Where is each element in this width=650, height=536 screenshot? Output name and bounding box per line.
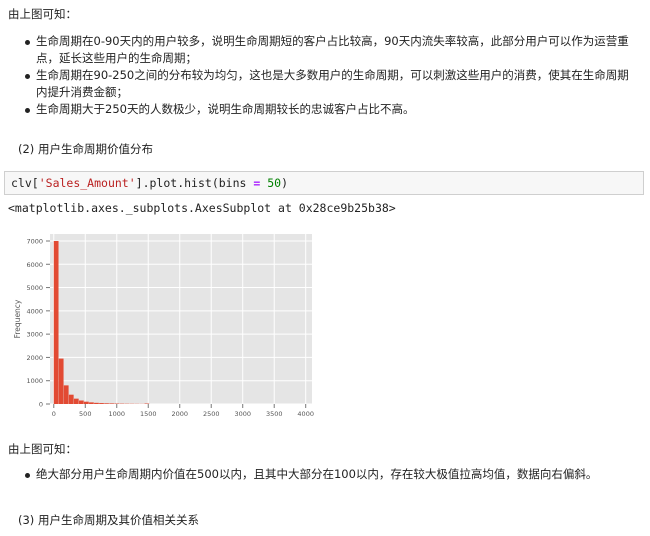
y-tick-label: 3000 bbox=[26, 331, 43, 339]
y-tick-label: 1000 bbox=[26, 377, 43, 385]
histogram-bar bbox=[58, 358, 64, 404]
y-tick-label: 0 bbox=[39, 401, 43, 409]
x-tick-label: 500 bbox=[79, 410, 91, 418]
x-tick-label: 3000 bbox=[234, 410, 251, 418]
section2-intro: 由上图可知： bbox=[8, 442, 77, 456]
y-tick-label: 7000 bbox=[26, 237, 43, 245]
section2-list: 绝大部分用户生命周期内价值在500以内，且其中大部分在100以内，存在较大极值拉… bbox=[22, 466, 634, 483]
histogram-bar bbox=[99, 403, 104, 404]
histogram-bar bbox=[78, 400, 84, 404]
x-tick-label: 1500 bbox=[140, 410, 157, 418]
histogram-bar bbox=[53, 240, 59, 404]
cell-output-text: <matplotlib.axes._subplots.AxesSubplot a… bbox=[8, 201, 396, 215]
x-tick-label: 0 bbox=[52, 410, 56, 418]
code-variable: clv bbox=[11, 176, 32, 190]
section-heading: (2) 用户生命周期价值分布 bbox=[18, 142, 153, 156]
y-axis-label: Frequency bbox=[13, 299, 22, 338]
y-tick-label: 6000 bbox=[26, 261, 43, 269]
histogram-bar bbox=[84, 401, 89, 404]
section1-list: 生命周期在0-90天内的用户较多，说明生命周期短的客户占比较高，90天内流失率较… bbox=[22, 33, 634, 118]
histogram-bar bbox=[94, 402, 99, 404]
x-tick-label: 4000 bbox=[297, 410, 314, 418]
x-tick-label: 2500 bbox=[203, 410, 220, 418]
list-item: 生命周期在90-250之间的分布较为均匀，这也是大多数用户的生命周期，可以刺激这… bbox=[22, 67, 634, 101]
histogram-bar bbox=[89, 402, 94, 404]
code-call: ].plot.hist(bins bbox=[135, 176, 254, 190]
list-item: 绝大部分用户生命周期内价值在500以内，且其中大部分在100以内，存在较大极值拉… bbox=[22, 466, 634, 483]
x-tick-label: 1000 bbox=[108, 410, 125, 418]
histogram-bar bbox=[104, 403, 109, 404]
section1-intro: 由上图可知： bbox=[8, 7, 77, 21]
code-number: 50 bbox=[267, 176, 282, 190]
code-close: ) bbox=[281, 176, 289, 190]
histogram-bar bbox=[109, 403, 114, 404]
y-tick-label: 5000 bbox=[26, 284, 43, 292]
list-item: 生命周期大于250天的人数极少，说明生命周期较长的忠诚客户占比不高。 bbox=[22, 101, 634, 118]
code-string: 'Sales_Amount' bbox=[38, 176, 136, 190]
section-heading: (3) 用户生命周期及其价值相关关系 bbox=[18, 513, 199, 527]
histogram-bar bbox=[73, 398, 79, 404]
histogram-chart: 0 1000 2000 3000 4000 5000 6000 7000 0 500 1000 150… bbox=[13, 234, 314, 418]
plot-background bbox=[50, 234, 312, 404]
code-cell[interactable]: clv['Sales_Amount'].plot.hist(bins = 50) bbox=[4, 171, 644, 195]
y-tick-label: 2000 bbox=[26, 354, 43, 362]
histogram-bar bbox=[68, 394, 74, 404]
list-item: 生命周期在0-90天内的用户较多，说明生命周期短的客户占比较高，90天内流失率较… bbox=[22, 33, 634, 67]
code-operator: = bbox=[253, 176, 261, 190]
y-tick-label: 4000 bbox=[26, 307, 43, 315]
histogram-bar bbox=[63, 385, 69, 404]
x-tick-label: 3500 bbox=[266, 410, 283, 418]
x-tick-label: 2000 bbox=[171, 410, 188, 418]
